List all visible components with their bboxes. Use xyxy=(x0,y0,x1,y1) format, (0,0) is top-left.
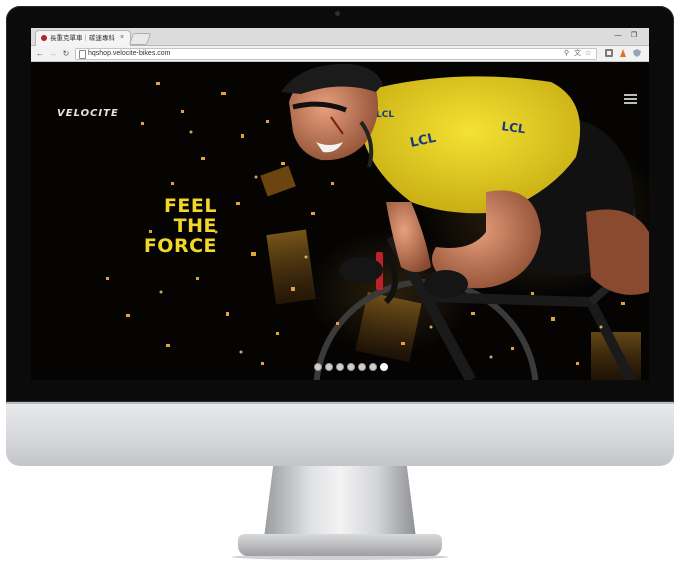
hero-tagline: FEEL THE FORCE xyxy=(107,196,217,256)
monitor-base xyxy=(238,534,442,556)
favicon-icon xyxy=(41,35,47,41)
back-arrow-icon[interactable]: ← xyxy=(35,48,45,59)
hero-banner: LCL LCL LCL VELOCITE FEEL THE FORCE xyxy=(31,62,649,380)
minimize-window-button[interactable]: — xyxy=(611,30,625,41)
forward-arrow-icon[interactable]: → xyxy=(48,48,58,59)
jersey-lcl-text-3: LCL xyxy=(376,110,394,120)
translate-icon[interactable]: 文 xyxy=(574,49,581,59)
maximize-window-button[interactable]: ❐ xyxy=(627,30,641,41)
browser-toolbar: ← → ↻ hqshop.velocite-bikes.com ⚲ 文 ☆ xyxy=(31,46,649,62)
monitor-stand xyxy=(264,466,416,538)
carousel-dot[interactable] xyxy=(369,363,377,371)
bookmark-star-icon[interactable]: ☆ xyxy=(585,49,591,59)
screen: 長重克單車｜碳速專科 × — ❐ ← → ↻ hqshop.velocite-b… xyxy=(31,28,649,380)
close-tab-icon[interactable]: × xyxy=(120,33,124,42)
velocite-logo[interactable]: VELOCITE xyxy=(57,108,119,119)
hamburger-menu-icon[interactable] xyxy=(624,94,637,104)
extension-flag-icon[interactable] xyxy=(617,48,628,59)
tagline-line-3: FORCE xyxy=(143,235,217,257)
chin-divider xyxy=(6,402,674,404)
page-info-icon[interactable] xyxy=(79,50,86,59)
carousel-pagination xyxy=(314,363,388,371)
webcam-icon xyxy=(335,11,340,16)
tab-strip: 長重克單車｜碳速專科 × — ❐ xyxy=(31,28,649,46)
carousel-dot[interactable] xyxy=(380,363,388,371)
carousel-dot[interactable] xyxy=(358,363,366,371)
carousel-dot[interactable] xyxy=(336,363,344,371)
carousel-dot[interactable] xyxy=(314,363,322,371)
address-bar[interactable]: hqshop.velocite-bikes.com ⚲ 文 ☆ xyxy=(75,48,597,60)
reload-icon[interactable]: ↻ xyxy=(61,48,71,59)
tagline-line-2: THE xyxy=(173,215,217,237)
tagline-line-1: FEEL xyxy=(163,195,217,217)
carousel-dot[interactable] xyxy=(347,363,355,371)
new-tab-button[interactable] xyxy=(128,33,152,45)
url-text[interactable]: hqshop.velocite-bikes.com xyxy=(88,49,171,59)
monitor-chin xyxy=(6,402,674,466)
browser-tab[interactable]: 長重克單車｜碳速專科 × xyxy=(35,30,131,46)
tab-title: 長重克單車｜碳速專科 xyxy=(50,35,115,42)
zoom-icon[interactable]: ⚲ xyxy=(564,49,569,59)
carousel-dot[interactable] xyxy=(325,363,333,371)
extension-puzzle-icon[interactable] xyxy=(603,48,614,59)
extension-shield-icon[interactable] xyxy=(631,48,642,59)
